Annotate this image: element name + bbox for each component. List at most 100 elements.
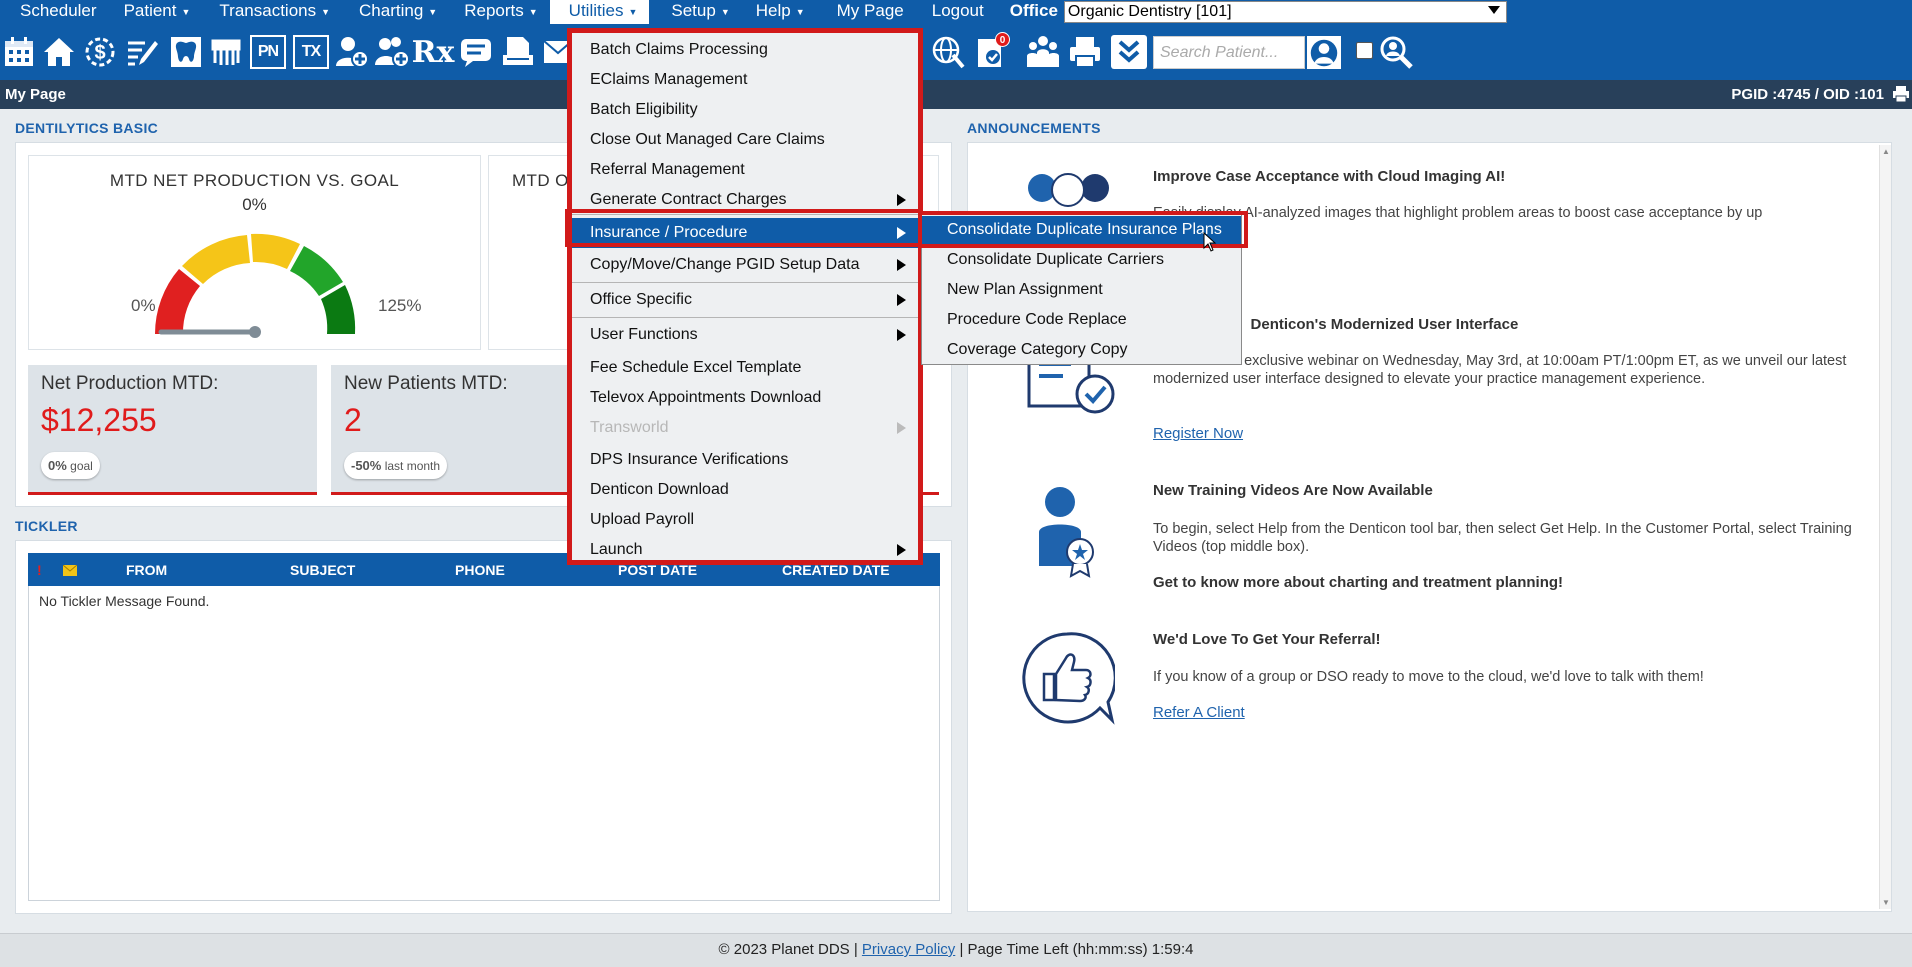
- nav-transactions[interactable]: Transactions ▼: [202, 0, 342, 24]
- utilities-menu: Batch Claims Processing EClaims Manageme…: [567, 28, 923, 565]
- column-from[interactable]: FROM: [126, 562, 167, 578]
- add-family-icon[interactable]: [374, 35, 410, 69]
- rx-icon[interactable]: Rx: [412, 35, 455, 70]
- teeth-icon[interactable]: [208, 35, 244, 69]
- menu-dps-insurance-verifications[interactable]: DPS Insurance Verifications: [572, 446, 918, 474]
- office-select[interactable]: Organic Dentistry [101]: [1063, 1, 1507, 23]
- column-subject[interactable]: SUBJECT: [290, 562, 355, 578]
- submenu-arrow-icon: [897, 329, 906, 341]
- printer-icon[interactable]: [1067, 35, 1103, 69]
- calendar-icon[interactable]: [1, 35, 37, 69]
- gauge-min: 0%: [131, 296, 156, 315]
- search-patient-input[interactable]: Search Patient...: [1153, 36, 1305, 69]
- kpi-badge: -50% last month: [344, 452, 448, 479]
- kpi-value: $12,255: [41, 402, 157, 438]
- announcement-text: Join us for an exclusive webinar on Wedn…: [1153, 353, 1847, 387]
- edit-list-icon[interactable]: [124, 35, 160, 69]
- expand-icon[interactable]: [1111, 35, 1147, 69]
- nav-patient[interactable]: Patient ▼: [109, 0, 203, 24]
- menu-upload-payroll[interactable]: Upload Payroll: [572, 506, 918, 534]
- kpi-net-production: Net Production MTD: $12,255 0% goal: [28, 365, 317, 495]
- menu-fee-schedule-excel-template[interactable]: Fee Schedule Excel Template: [572, 354, 918, 382]
- menu-denticon-download[interactable]: Denticon Download: [572, 476, 918, 504]
- notification-icon[interactable]: 0: [972, 32, 1010, 69]
- nav-setup[interactable]: Setup ▼: [649, 0, 741, 24]
- tx-icon[interactable]: TX: [293, 35, 329, 69]
- gauge-title: MTD NET PRODUCTION VS. GOAL: [109, 171, 400, 190]
- add-patient-icon[interactable]: [334, 35, 370, 69]
- submenu-highlight-frame: [918, 211, 1248, 248]
- menu-batch-eligibility[interactable]: Batch Eligibility: [572, 96, 918, 124]
- menu-copy-move-change-pgid[interactable]: Copy/Move/Change PGID Setup Data: [572, 251, 918, 279]
- menu-batch-claims-processing[interactable]: Batch Claims Processing: [572, 36, 918, 64]
- tooth-icon[interactable]: [168, 35, 204, 69]
- footer: © 2023 Planet DDS | Privacy Policy | Pag…: [0, 933, 1912, 967]
- caret-down-icon: ▼: [181, 6, 191, 17]
- globe-icon[interactable]: [930, 35, 966, 69]
- caret-down-icon: ▼: [628, 6, 638, 17]
- nav-help[interactable]: Help ▼: [742, 0, 817, 24]
- menu-close-out-managed-care-claims[interactable]: Close Out Managed Care Claims: [572, 126, 918, 154]
- nav-reports[interactable]: Reports ▼: [449, 0, 549, 24]
- nav-logout[interactable]: Logout: [916, 0, 996, 24]
- page-title: My Page: [5, 86, 66, 103]
- refer-a-client-link[interactable]: Refer A Client: [1153, 704, 1245, 721]
- menu-procedure-code-replace[interactable]: Procedure Code Replace: [922, 306, 1241, 334]
- announcement-title: We'd Love To Get Your Referral!: [1153, 631, 1381, 648]
- menu-new-plan-assignment[interactable]: New Plan Assignment: [922, 276, 1241, 304]
- mail-icon: [62, 563, 78, 579]
- column-phone[interactable]: PHONE: [455, 562, 505, 578]
- menu-divider: [572, 282, 918, 283]
- menu-user-functions[interactable]: User Functions: [572, 321, 918, 349]
- register-now-link[interactable]: Register Now: [1153, 425, 1243, 442]
- submenu-arrow-icon: [897, 294, 906, 306]
- menu-televox-appointments-download[interactable]: Televox Appointments Download: [572, 384, 918, 412]
- menu-consolidate-duplicate-carriers[interactable]: Consolidate Duplicate Carriers: [922, 246, 1241, 274]
- notification-badge: 0: [995, 32, 1010, 47]
- priority-column: !: [37, 562, 42, 578]
- toolbar-checkbox[interactable]: [1356, 42, 1373, 59]
- search-user-icon[interactable]: [1306, 35, 1342, 70]
- menu-launch[interactable]: Launch: [572, 536, 918, 564]
- toolbar: $ PN TX Rx 0 Search Patient...: [0, 24, 1912, 80]
- gauge-max: 125%: [378, 296, 422, 315]
- caret-down-icon: ▼: [321, 6, 331, 17]
- search-group-icon[interactable]: [1378, 35, 1414, 69]
- pn-icon[interactable]: PN: [250, 35, 286, 69]
- announcement-subtitle: Get to know more about charting and trea…: [1153, 574, 1564, 591]
- menu-eclaims-management[interactable]: EClaims Management: [572, 66, 918, 94]
- menu-coverage-category-copy[interactable]: Coverage Category Copy: [922, 336, 1241, 364]
- privacy-policy-link[interactable]: Privacy Policy: [862, 941, 955, 958]
- kpi-title: New Patients MTD:: [344, 373, 508, 394]
- announcement-title: New Training Videos Are Now Available: [1153, 482, 1433, 499]
- gauge-percent: 0%: [242, 195, 267, 214]
- message-icon[interactable]: [458, 35, 494, 69]
- print-doc-icon[interactable]: [500, 35, 536, 69]
- nav-charting[interactable]: Charting ▼: [342, 0, 449, 24]
- announcements-scrollbar[interactable]: ▲ ▼: [1879, 145, 1891, 909]
- highlight-frame: [565, 209, 923, 247]
- menu-office-specific[interactable]: Office Specific: [572, 286, 918, 314]
- announcement-text: Easily display AI-analyzed images that h…: [1153, 205, 1763, 221]
- gauge-arc: [155, 233, 356, 338]
- family-icon[interactable]: [1025, 35, 1061, 69]
- dollar-icon[interactable]: $: [82, 35, 118, 69]
- gauge-net-production: MTD NET PRODUCTION VS. GOAL 0% 0% 125%: [28, 155, 481, 350]
- scroll-down-icon[interactable]: ▼: [1882, 898, 1890, 907]
- nav-scheduler[interactable]: Scheduler: [0, 0, 109, 24]
- scroll-up-icon[interactable]: ▲: [1882, 147, 1890, 156]
- nav-my-page[interactable]: My Page: [817, 0, 916, 24]
- print-icon[interactable]: [1892, 85, 1910, 103]
- home-icon[interactable]: [41, 35, 77, 69]
- dropdown-arrow-icon: [1487, 6, 1500, 14]
- menu-referral-management[interactable]: Referral Management: [572, 156, 918, 184]
- submenu-arrow-icon: [897, 422, 906, 434]
- menu-divider: [572, 317, 918, 318]
- tickler-label: TICKLER: [15, 518, 78, 534]
- svg-text:$: $: [94, 42, 105, 64]
- submenu-arrow-icon: [897, 544, 906, 556]
- nav-utilities[interactable]: Utilities ▼: [549, 0, 650, 24]
- caret-down-icon: ▼: [428, 6, 438, 17]
- mouse-cursor-icon: [1203, 232, 1217, 252]
- training-user-icon: [1039, 487, 1094, 578]
